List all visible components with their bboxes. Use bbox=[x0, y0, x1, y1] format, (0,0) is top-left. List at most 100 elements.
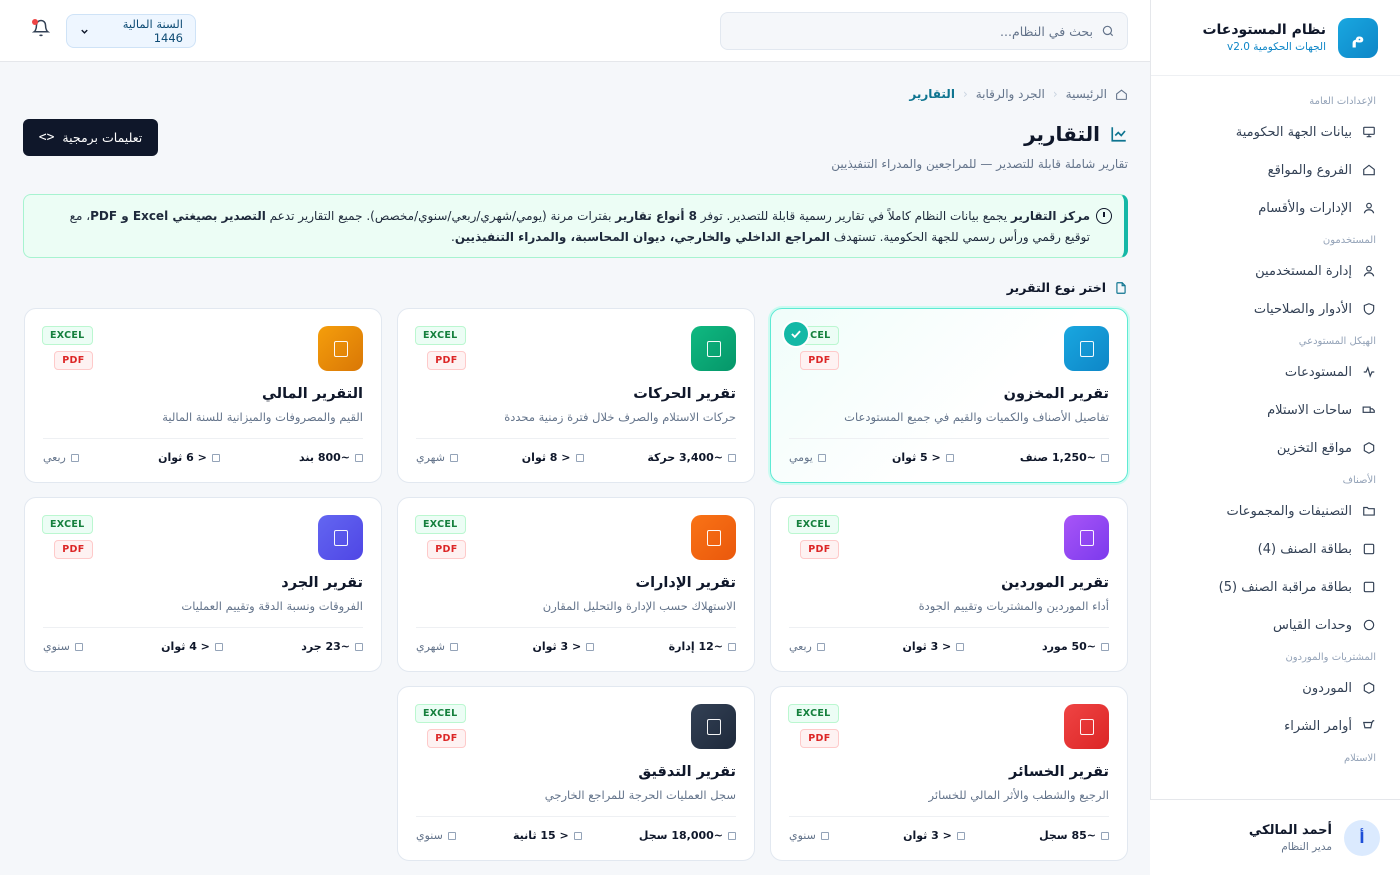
sidebar-group-label: الاستلام bbox=[1343, 753, 1376, 764]
sidebar-item[interactable]: ساحات الاستلام bbox=[1151, 391, 1400, 429]
user-role: مدير النظام bbox=[1281, 840, 1332, 853]
home-icon bbox=[1362, 163, 1376, 177]
info-icon bbox=[1096, 208, 1112, 224]
report-icon bbox=[318, 515, 363, 560]
report-card[interactable]: EXCEL PDF تقرير الحركات حركات الاستلام و… bbox=[397, 308, 755, 483]
sidebar-item[interactable]: الإدارات والأقسام bbox=[1151, 189, 1400, 227]
sidebar-group-label: المشتريات والموردون bbox=[1285, 652, 1376, 663]
report-card[interactable]: EXCEL PDF تقرير التدقيق سجل العمليات الح… bbox=[397, 686, 755, 861]
sidebar-item-label: بطاقة مراقبة الصنف (5) bbox=[1218, 579, 1352, 595]
api-docs-label: تعليمات برمجية bbox=[62, 130, 143, 145]
fiscal-year-select[interactable]: السنة المالية 1446 bbox=[66, 14, 196, 48]
hexagon-icon bbox=[1362, 441, 1376, 455]
excel-badge: EXCEL bbox=[415, 326, 466, 345]
sidebar-item[interactable]: المستودعات bbox=[1151, 353, 1400, 391]
sidebar-item[interactable]: الموردون bbox=[1151, 669, 1400, 707]
sidebar-item[interactable]: التصنيفات والمجموعات bbox=[1151, 492, 1400, 530]
hexagon-icon bbox=[1362, 681, 1376, 695]
report-card[interactable]: EXCEL PDF تقرير المخزون تفاصيل الأصناف و… bbox=[770, 308, 1128, 483]
excel-badge: EXCEL bbox=[788, 515, 839, 534]
fiscal-year-value: السنة المالية 1446 bbox=[122, 17, 183, 45]
excel-badge: EXCEL bbox=[415, 515, 466, 534]
report-card[interactable]: EXCEL PDF تقرير الخسائر الرجيع والشطب وا… bbox=[770, 686, 1128, 861]
excel-badge: EXCEL bbox=[42, 515, 93, 534]
report-description: سجل العمليات الحرجة للمراجع الخارجي bbox=[544, 788, 736, 802]
pdf-badge: PDF bbox=[427, 540, 466, 559]
report-description: أداء الموردين والمشتريات وتقييم الجودة bbox=[918, 599, 1109, 613]
sidebar-item[interactable]: أوامر الشراء bbox=[1151, 707, 1400, 745]
report-title: تقرير التدقيق bbox=[638, 764, 736, 780]
info-banner: مركز التقارير يجمع بيانات النظام كاملاً … bbox=[23, 194, 1128, 258]
user-icon bbox=[1362, 201, 1376, 215]
report-count: ~1,250 صنف bbox=[1020, 451, 1109, 464]
report-period: ربعي bbox=[43, 451, 79, 464]
search-input[interactable] bbox=[733, 23, 1093, 39]
report-time: < 5 ثوان bbox=[892, 451, 954, 464]
report-card[interactable]: EXCEL PDF تقرير الموردين أداء الموردين و… bbox=[770, 497, 1128, 672]
report-description: الاستهلاك حسب الإدارة والتحليل المقارن bbox=[542, 599, 736, 613]
api-docs-button[interactable]: تعليمات برمجية <> bbox=[23, 119, 158, 156]
user-name: أحمد المالكي bbox=[1248, 822, 1332, 838]
sidebar-item-label: الإدارات والأقسام bbox=[1258, 200, 1352, 216]
report-description: الفروقات ونسبة الدقة وتقييم العمليات bbox=[181, 599, 363, 613]
avatar: أ bbox=[1344, 819, 1380, 856]
folder-icon bbox=[1362, 504, 1376, 518]
chart-icon bbox=[1111, 127, 1126, 142]
report-card[interactable]: EXCEL PDF تقرير الإدارات الاستهلاك حسب ا… bbox=[397, 497, 755, 672]
shield-icon bbox=[1362, 302, 1376, 316]
report-description: الرجيع والشطب والأثر المالي للخسائر bbox=[928, 788, 1109, 802]
sidebar-group-label: الأصناف bbox=[1342, 475, 1376, 486]
sidebar-item-label: إدارة المستخدمين bbox=[1255, 263, 1352, 279]
sidebar-item[interactable]: بطاقة الصنف (4) bbox=[1151, 530, 1400, 568]
sidebar-item-label: المستودعات bbox=[1284, 364, 1352, 380]
page-subtitle: تقارير شاملة قابلة للتصدير — للمراجعين و… bbox=[831, 157, 1128, 171]
info-text: مركز التقارير يجمع بيانات النظام كاملاً … bbox=[69, 209, 1090, 244]
sidebar-item[interactable]: بطاقة مراقبة الصنف (5) bbox=[1151, 568, 1400, 606]
sidebar-item[interactable]: بيانات الجهة الحكومية bbox=[1151, 113, 1400, 151]
sidebar-item[interactable]: مواقع التخزين bbox=[1151, 429, 1400, 467]
report-stats: ~1,250 صنف < 5 ثوان يومي bbox=[789, 438, 1109, 476]
report-time: < 3 ثوان bbox=[903, 829, 965, 842]
report-title: التقرير المالي bbox=[262, 386, 363, 402]
report-count: ~12 إدارة bbox=[669, 640, 736, 653]
sidebar-item[interactable]: الفروع والمواقع bbox=[1151, 151, 1400, 189]
excel-badge: EXCEL bbox=[788, 704, 839, 723]
report-description: تفاصيل الأصناف والكميات والقيم في جميع ا… bbox=[844, 410, 1109, 424]
sidebar-item[interactable]: وحدات القياس bbox=[1151, 606, 1400, 644]
sidebar: م نظام المستودعات الجهات الحكومية v2.0 ا… bbox=[1150, 0, 1400, 875]
search-box[interactable] bbox=[720, 12, 1128, 50]
notifications-button[interactable] bbox=[30, 19, 51, 39]
export-formats: EXCEL PDF bbox=[42, 326, 93, 370]
sidebar-group-label: المستخدمون bbox=[1322, 235, 1376, 246]
report-card[interactable]: EXCEL PDF تقرير الجرد الفروقات ونسبة الد… bbox=[24, 497, 382, 672]
breadcrumb-home[interactable]: الرئيسية bbox=[1066, 87, 1107, 101]
brand[interactable]: م نظام المستودعات الجهات الحكومية v2.0 bbox=[1151, 0, 1400, 76]
sidebar-item[interactable]: إدارة المستخدمين bbox=[1151, 252, 1400, 290]
circle-icon bbox=[1362, 618, 1376, 632]
report-count: ~85 سجل bbox=[1039, 829, 1109, 842]
sidebar-item[interactable]: الأدوار والصلاحيات bbox=[1151, 290, 1400, 328]
pdf-badge: PDF bbox=[54, 540, 93, 559]
report-card[interactable]: EXCEL PDF التقرير المالي القيم والمصروفا… bbox=[24, 308, 382, 483]
pdf-badge: PDF bbox=[427, 729, 466, 748]
sidebar-item-label: وحدات القياس bbox=[1272, 617, 1352, 633]
pdf-badge: PDF bbox=[54, 351, 93, 370]
report-count: ~23 جرد bbox=[301, 640, 363, 653]
report-icon bbox=[691, 515, 736, 560]
report-stats: ~18,000 سجل < 15 ثانية سنوي bbox=[416, 816, 736, 854]
export-formats: EXCEL PDF bbox=[788, 704, 839, 748]
report-icon bbox=[1064, 326, 1109, 371]
breadcrumb-separator: ‹ bbox=[1052, 87, 1058, 101]
check-icon bbox=[784, 322, 808, 346]
code-icon: <> bbox=[38, 130, 55, 145]
excel-badge: EXCEL bbox=[42, 326, 93, 345]
search-icon bbox=[1102, 25, 1114, 37]
report-period: سنوي bbox=[43, 640, 83, 653]
report-title: تقرير الإدارات bbox=[635, 575, 736, 591]
breadcrumb-inventory[interactable]: الجرد والرقابة bbox=[976, 87, 1045, 101]
user-profile[interactable]: أ أحمد المالكي مدير النظام bbox=[1150, 799, 1400, 875]
report-stats: ~800 بند < 6 ثوان ربعي bbox=[43, 438, 363, 476]
monitor-icon bbox=[1362, 125, 1376, 139]
report-icon bbox=[1064, 704, 1109, 749]
report-count: ~50 مورد bbox=[1042, 640, 1109, 653]
